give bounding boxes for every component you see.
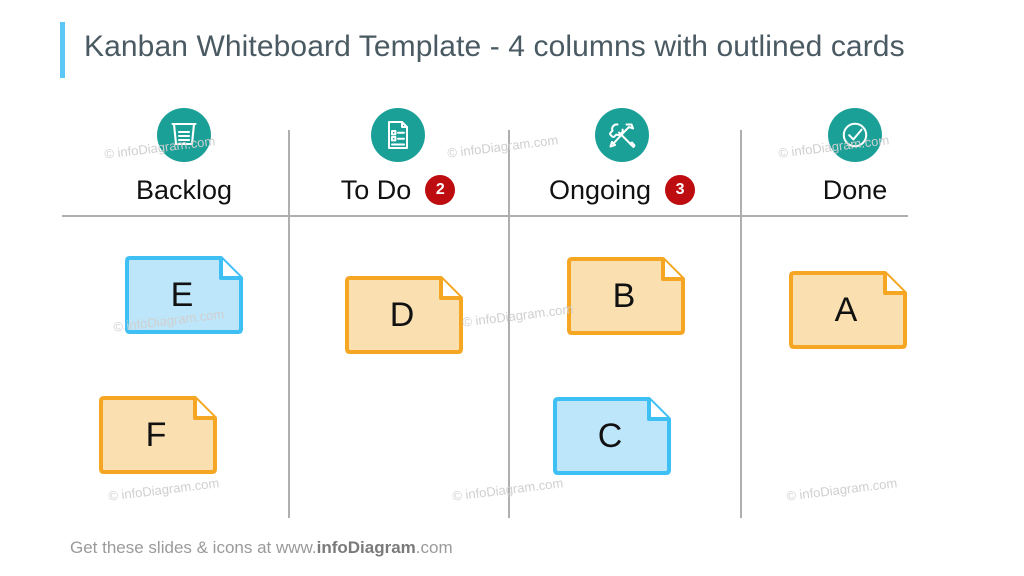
watermark: © infoDiagram.com <box>785 475 898 504</box>
kanban-card-e[interactable]: E <box>124 255 244 335</box>
column-header-row-done: Done <box>745 170 965 210</box>
kanban-card-c[interactable]: C <box>552 396 672 476</box>
column-badge-ongoing: 3 <box>665 175 696 205</box>
kanban-card-letter: E <box>170 275 194 314</box>
column-divider-2 <box>508 130 510 518</box>
check-circle-icon <box>828 108 882 162</box>
kanban-card-letter: C <box>597 416 623 455</box>
kanban-card-letter: F <box>145 415 167 454</box>
header-separator-line <box>62 215 908 217</box>
column-divider-3 <box>740 130 742 518</box>
column-header-ongoing[interactable]: Ongoing 3 <box>512 108 732 210</box>
kanban-card-d[interactable]: D <box>344 275 464 355</box>
kanban-card-b[interactable]: B <box>566 256 686 336</box>
column-header-done[interactable]: Done <box>745 108 965 210</box>
footer-suffix: .com <box>415 538 453 557</box>
column-header-backlog[interactable]: Backlog <box>74 108 294 210</box>
wrench-hammer-tools-icon <box>595 108 649 162</box>
watermark: © infoDiagram.com <box>107 475 220 504</box>
column-header-row-ongoing: Ongoing 3 <box>512 170 732 210</box>
column-label-backlog: Backlog <box>135 174 233 205</box>
column-label-ongoing: Ongoing <box>548 174 652 205</box>
checklist-document-icon <box>371 108 425 162</box>
column-header-to-do[interactable]: To Do 2 <box>288 108 508 210</box>
footer-attribution: Get these slides & icons at www.infoDiag… <box>70 538 453 558</box>
kanban-card-f[interactable]: F <box>98 395 218 475</box>
column-label-to-do: To Do <box>340 174 412 205</box>
footer-prefix: Get these slides & icons at www. <box>70 538 317 557</box>
watermark: © infoDiagram.com <box>461 301 574 330</box>
footer-brand: infoDiagram <box>316 538 416 557</box>
kanban-board: Backlog To Do 2 Ongoing 3 Done E F D B C… <box>0 0 1024 576</box>
inbox-tray-icon <box>157 108 211 162</box>
column-badge-to-do: 2 <box>425 175 456 205</box>
column-label-done: Done <box>822 174 888 205</box>
kanban-card-letter: A <box>834 290 858 329</box>
kanban-card-letter: D <box>389 295 415 334</box>
kanban-card-letter: B <box>612 276 636 315</box>
kanban-card-a[interactable]: A <box>788 270 908 350</box>
column-header-row-backlog: Backlog <box>74 170 294 210</box>
column-header-row-to-do: To Do 2 <box>288 170 508 210</box>
